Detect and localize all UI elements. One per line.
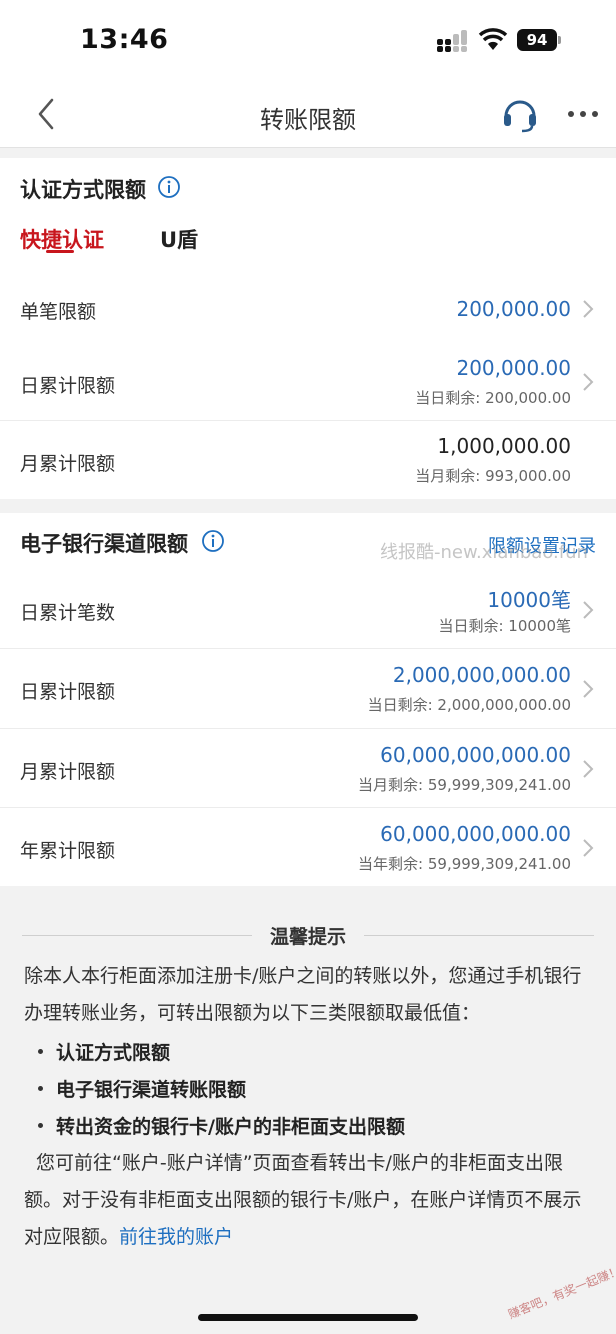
row-value: 60,000,000,000.00 (380, 743, 571, 767)
row-label: 单笔限额 (20, 301, 97, 323)
section-title-channel: 电子银行渠道限额 (20, 532, 188, 556)
tab-active-indicator (46, 250, 74, 253)
chevron-right-icon (583, 760, 594, 778)
tips-note: 您可前往“账户-账户详情”页面查看转出卡/账户的非柜面支出限额。对于没有非柜面支… (24, 1145, 598, 1256)
limit-row-daily[interactable]: 日累计限额 200,000.00 当日剩余: 200,000.00 (0, 344, 616, 420)
battery-icon: 94 (517, 29, 561, 51)
info-icon[interactable] (201, 529, 225, 553)
watermark: 线报酷-new.xianbao.fun (380, 542, 588, 563)
row-remaining: 当日剩余: 200,000.00 (415, 389, 571, 407)
row-remaining: 当日剩余: 2,000,000,000.00 (367, 696, 571, 714)
tips-bullet: 转出资金的银行卡/账户的非柜面支出限额 (56, 1116, 405, 1138)
info-icon[interactable] (157, 175, 181, 199)
more-icon[interactable] (566, 102, 600, 126)
status-bar: 13:46 94 (0, 0, 616, 80)
row-label: 日累计限额 (20, 375, 116, 397)
nav-bar: 转账限额 (0, 80, 616, 148)
limit-row-monthly-amount[interactable]: 月累计限额 60,000,000,000.00 当月剩余: 59,999,309… (0, 729, 616, 808)
limit-row-daily-amount[interactable]: 日累计限额 2,000,000,000.00 当日剩余: 2,000,000,0… (0, 649, 616, 728)
row-label: 月累计限额 (20, 453, 116, 475)
row-remaining: 当月剩余: 993,000.00 (415, 467, 571, 485)
row-remaining: 当年剩余: 59,999,309,241.00 (358, 855, 571, 873)
headset-icon[interactable] (500, 94, 540, 134)
auth-limits-section: 认证方式限额 快捷认证 U盾 单笔限额 200,000.00 日累计限额 200… (0, 158, 616, 499)
tips-bullet: 电子银行渠道转账限额 (56, 1079, 247, 1101)
limit-row-count[interactable]: 日累计笔数 10000笔 当日剩余: 10000笔 (0, 570, 616, 648)
bullet-dot (38, 1123, 43, 1128)
section-title-auth: 认证方式限额 (20, 178, 146, 202)
status-time: 13:46 (80, 24, 169, 55)
tips-intro: 除本人本行柜面添加注册卡/账户之间的转账以外，您通过手机银行办理转账业务，可转出… (24, 965, 582, 1024)
row-value: 2,000,000,000.00 (392, 663, 571, 687)
row-remaining: 当月剩余: 59,999,309,241.00 (358, 776, 571, 794)
row-value: 1,000,000.00 (437, 434, 571, 458)
bullet-dot (38, 1049, 43, 1054)
row-label: 日累计笔数 (20, 602, 116, 624)
limit-row-single[interactable]: 单笔限额 200,000.00 (0, 270, 616, 350)
chevron-right-icon (583, 839, 594, 857)
row-value: 200,000.00 (456, 356, 571, 380)
bullet-dot (38, 1086, 43, 1091)
tab-u-shield[interactable]: U盾 (160, 224, 198, 254)
row-label: 年累计限额 (20, 840, 116, 862)
tips-note-text: 您可前往“账户-账户详情”页面查看转出卡/账户的非柜面支出限额。对于没有非柜面支… (24, 1152, 582, 1248)
home-indicator[interactable] (198, 1314, 418, 1321)
chevron-right-icon (583, 601, 594, 619)
row-value: 10000笔 (487, 588, 571, 612)
chevron-right-icon (583, 680, 594, 698)
channel-limits-section: 电子银行渠道限额 限额设置记录 日累计笔数 10000笔 当日剩余: 10000… (0, 513, 616, 886)
battery-level: 94 (517, 29, 557, 51)
chevron-right-icon (583, 300, 594, 318)
row-value: 60,000,000,000.00 (380, 822, 571, 846)
row-label: 日累计限额 (20, 681, 116, 703)
row-value: 200,000.00 (456, 297, 571, 321)
row-remaining: 当日剩余: 10000笔 (438, 617, 571, 635)
tips-title: 温馨提示 (269, 926, 346, 948)
signal-icon (437, 30, 469, 52)
my-account-link[interactable]: 前往我的账户 (119, 1226, 233, 1248)
limit-row-monthly: 月累计限额 1,000,000.00 当月剩余: 993,000.00 (0, 421, 616, 499)
tips-bullet: 认证方式限额 (56, 1042, 171, 1064)
chevron-right-icon (583, 373, 594, 391)
limit-row-yearly-amount[interactable]: 年累计限额 60,000,000,000.00 当年剩余: 59,999,309… (0, 808, 616, 886)
wifi-icon (478, 28, 508, 50)
row-label: 月累计限额 (20, 761, 116, 783)
